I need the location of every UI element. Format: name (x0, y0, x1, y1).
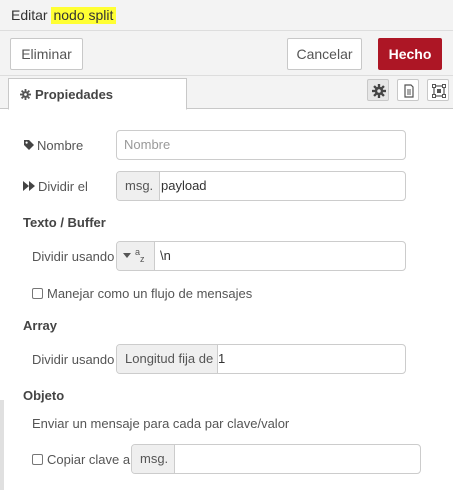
name-placeholder: Nombre (124, 137, 171, 152)
fast-forward-icon (23, 181, 35, 191)
text-split-using-label: Dividir usando (32, 249, 115, 264)
caret-down-icon (123, 253, 131, 258)
properties-tab-icon-button[interactable] (367, 79, 389, 101)
title-node-name: nodo split (51, 7, 117, 24)
description-icon (404, 84, 414, 98)
split-property-value: payload (161, 178, 207, 193)
tab-bar: Propiedades (0, 76, 453, 110)
tray-toolbar: Eliminar Cancelar Hecho (0, 31, 453, 76)
tray-header: Editar nodo split (0, 0, 453, 31)
stream-option[interactable]: Manejar como un flujo de mensajes (32, 286, 252, 301)
array-heading: Array (23, 318, 57, 333)
text-split-field[interactable]: az \n (116, 241, 406, 271)
title-prefix: Editar (11, 7, 52, 23)
stream-checkbox[interactable] (32, 288, 43, 299)
copy-key-option[interactable]: Copiar clave a (32, 452, 130, 467)
array-length-value: 1 (218, 351, 226, 366)
copy-key-msg-tag[interactable]: msg. (132, 445, 176, 473)
stream-label: Manejar como un flujo de mensajes (47, 286, 253, 301)
appearance-icon (432, 84, 446, 98)
appearance-tab-icon-button[interactable] (427, 79, 449, 101)
array-length-field[interactable]: Longitud fija de 1 (116, 344, 406, 374)
array-mode-label: Longitud fija de (117, 345, 219, 373)
text-buffer-heading: Texto / Buffer (23, 215, 106, 230)
left-scroll-edge (0, 400, 4, 490)
description-tab-icon-button[interactable] (397, 79, 419, 101)
gear-icon (20, 89, 31, 100)
delete-button[interactable]: Eliminar (10, 38, 83, 70)
tab-properties[interactable]: Propiedades (8, 78, 187, 110)
name-label: Nombre (37, 138, 84, 153)
object-heading: Objeto (23, 388, 65, 403)
copy-key-field[interactable]: msg. (131, 444, 421, 474)
string-type-selector[interactable]: az (117, 242, 155, 270)
done-button[interactable]: Hecho (378, 38, 442, 70)
tab-properties-label: Propiedades (35, 87, 114, 102)
msg-type-tag[interactable]: msg. (117, 172, 161, 200)
name-row-label: Nombre (23, 138, 83, 153)
tray-title: Editar nodo split (11, 7, 117, 24)
tag-icon (24, 140, 34, 150)
text-split-value: \n (160, 248, 171, 263)
cancel-button[interactable]: Cancelar (287, 38, 362, 70)
name-field[interactable]: Nombre (116, 130, 406, 160)
copy-key-label: Copiar clave a (47, 452, 131, 467)
split-label: Dividir el (38, 179, 88, 194)
string-type-glyph-z: z (140, 254, 145, 264)
split-row-label: Dividir el (23, 179, 88, 194)
split-property-field[interactable]: msg. payload (116, 171, 406, 201)
gear-icon (372, 84, 386, 98)
copy-key-checkbox[interactable] (32, 454, 43, 465)
object-description: Enviar un mensaje para cada par clave/va… (32, 416, 290, 431)
array-split-using-label: Dividir usando (32, 352, 115, 367)
